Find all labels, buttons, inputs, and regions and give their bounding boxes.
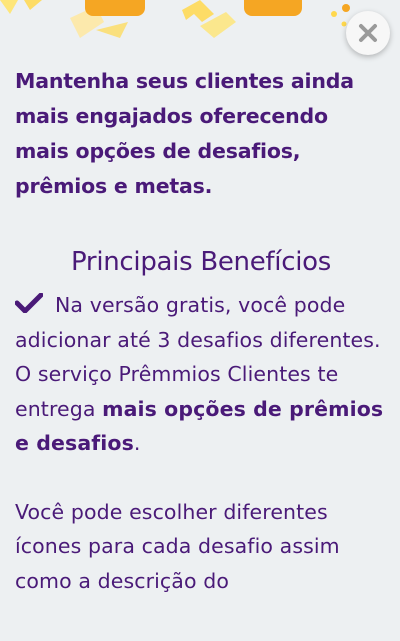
section-title: Principais Benefícios <box>71 247 331 277</box>
benefit-item-2: Você pode escolher diferentes ícones par… <box>15 499 340 593</box>
check-icon <box>14 289 44 314</box>
benefit-item: Na versão gratis, você pode adicionar at… <box>14 288 387 461</box>
benefit-text-after: . <box>133 431 141 455</box>
content: Mantenha seus clientes ainda mais engaja… <box>14 64 387 598</box>
header-decoration <box>0 0 350 38</box>
top-illustration <box>0 0 400 60</box>
close-icon <box>359 24 377 42</box>
intro-text: Mantenha seus clientes ainda mais engaja… <box>15 69 354 198</box>
close-button[interactable] <box>346 11 390 55</box>
